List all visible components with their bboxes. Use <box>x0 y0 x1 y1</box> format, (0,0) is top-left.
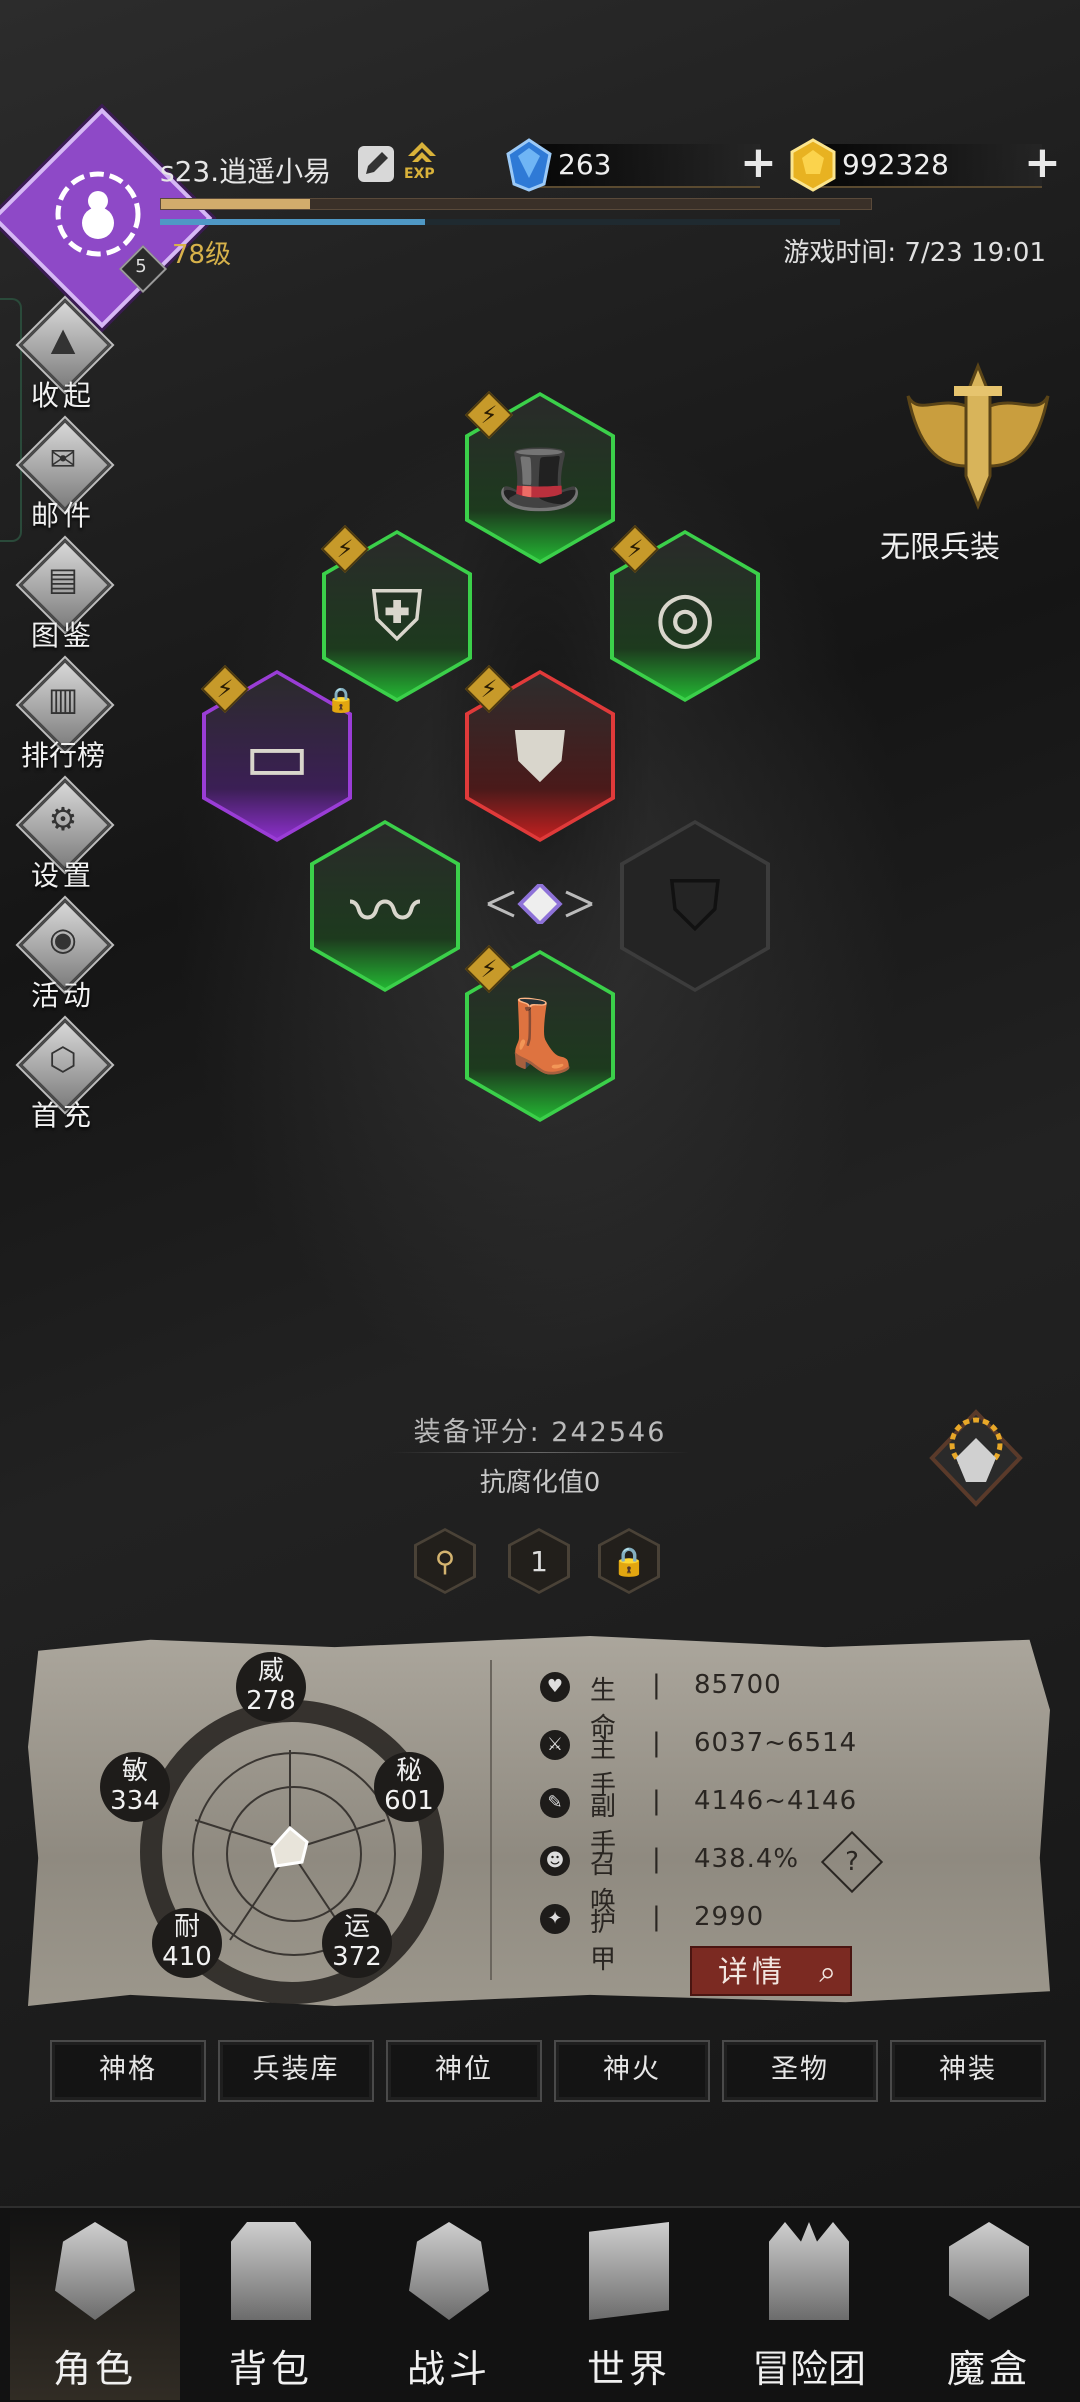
winged-sword-icon <box>906 361 1050 511</box>
question-icon: ? <box>845 1847 859 1877</box>
player-name: s23.逍遥小易 <box>160 155 332 188</box>
game-time: 游戏时间: 7/23 19:01 <box>783 238 1046 268</box>
side-menu-label: 设置 <box>30 859 95 892</box>
side-menu-ranking[interactable]: ▥ 排行榜 <box>8 658 118 776</box>
tab-godhood[interactable]: 神格 <box>50 2040 206 2102</box>
nav-character[interactable]: 角色 <box>10 2206 180 2400</box>
lightning-badge: ⚡ <box>464 944 514 994</box>
score-divider <box>390 1452 690 1453</box>
stat-mi: 秘 601 <box>374 1752 444 1822</box>
heart-icon: ♥ <box>540 1672 570 1702</box>
dagger-icon: ✎ <box>540 1788 570 1818</box>
details-label: 详情 <box>718 1955 786 1990</box>
stat-yun: 运 372 <box>322 1908 392 1978</box>
gourd-icon <box>55 171 141 257</box>
lightning-badge: ⚡ <box>610 524 660 574</box>
diamond-bar <box>520 144 760 188</box>
sword-icon: ⚔ <box>540 1730 570 1760</box>
side-menu-codex[interactable]: ▤ 图鉴 <box>8 538 118 656</box>
rank-crest-icon <box>929 1409 1023 1507</box>
pin-icon: ⚲ <box>417 1531 473 1591</box>
stat-nai: 耐 410 <box>152 1908 222 1978</box>
map-scroll-icon <box>589 2222 669 2320</box>
tab-divine-fire[interactable]: 神火 <box>554 2040 710 2102</box>
whip-icon: 〰 <box>314 824 456 988</box>
helmet-icon <box>55 2222 135 2320</box>
details-button[interactable]: 详情 ⌕ <box>690 1946 852 1996</box>
tab-armory[interactable]: 兵装库 <box>218 2040 374 2102</box>
nav-adventure-team[interactable]: 冒险团 <box>724 2206 894 2400</box>
summon-icon: ☻ <box>540 1846 570 1876</box>
armor-icon: ✦ <box>540 1904 570 1934</box>
cube-icon <box>949 2222 1029 2320</box>
sword-shield-icon <box>409 2222 489 2320</box>
xp-bar-fill <box>161 199 311 209</box>
lock-icon: 🔒 <box>601 1531 657 1591</box>
page-number: 1 <box>511 1531 567 1591</box>
side-menu-label: 排行榜 <box>20 739 105 772</box>
mp-bar-fill <box>160 219 426 225</box>
side-menu-mail[interactable]: ✉ 邮件 <box>8 418 118 536</box>
side-menu-label: 收起 <box>30 379 95 412</box>
lock-icon: 🔒 <box>326 686 356 714</box>
lightning-badge: ⚡ <box>464 664 514 714</box>
tab-divine-seat[interactable]: 神位 <box>386 2040 542 2102</box>
castle-icon <box>769 2222 849 2320</box>
infinite-gear-button[interactable] <box>898 356 1058 520</box>
nav-backpack[interactable]: 背包 <box>186 2206 356 2400</box>
swap-indicator[interactable] <box>484 881 596 927</box>
side-menu-label: 邮件 <box>30 499 95 532</box>
tab-divine-gear[interactable]: 神装 <box>890 2040 1046 2102</box>
diamond-count: 263 <box>558 148 612 181</box>
side-menu-label: 首充 <box>30 1099 95 1132</box>
side-menu-first-recharge[interactable]: ⬡ 首充 <box>8 1018 118 1136</box>
rank-emblem[interactable] <box>916 1398 1036 1522</box>
magnifier-icon: ⌕ <box>819 1955 836 1990</box>
lightning-badge: ⚡ <box>464 390 514 440</box>
side-menu-events[interactable]: ◉ 活动 <box>8 898 118 1016</box>
exp-label: EXP <box>404 166 435 182</box>
gold-gem-icon <box>790 138 836 196</box>
shield-icon: ⛉ <box>624 824 766 988</box>
side-menu-label: 活动 <box>30 979 95 1012</box>
lightning-badge: ⚡ <box>320 524 370 574</box>
edit-icon[interactable] <box>358 146 394 182</box>
nav-world[interactable]: 世界 <box>544 2206 714 2400</box>
nav-battle[interactable]: 战斗 <box>364 2206 534 2400</box>
exp-icon[interactable]: EXP <box>402 140 442 184</box>
gold-count: 992328 <box>842 148 949 181</box>
player-level: 78级 <box>172 240 232 270</box>
backpack-icon <box>231 2222 311 2320</box>
diamond-icon <box>506 138 552 196</box>
stat-min: 敏 334 <box>100 1752 170 1822</box>
tab-relic[interactable]: 圣物 <box>722 2040 878 2102</box>
nav-magic-box[interactable]: 魔盒 <box>904 2206 1074 2400</box>
stats-divider <box>490 1660 492 1980</box>
add-diamond-button[interactable]: + <box>740 141 777 185</box>
side-menu-label: 图鉴 <box>30 619 95 652</box>
side-menu-collapse[interactable]: ▲ 收起 <box>8 298 118 416</box>
stat-wei: 威 278 <box>236 1652 306 1722</box>
side-menu-settings[interactable]: ⚙ 设置 <box>8 778 118 896</box>
add-gold-button[interactable]: + <box>1024 141 1061 185</box>
infinite-gear-label: 无限兵装 <box>880 530 1000 565</box>
lightning-badge: ⚡ <box>200 664 250 714</box>
level-badge-number: 5 <box>135 256 147 277</box>
